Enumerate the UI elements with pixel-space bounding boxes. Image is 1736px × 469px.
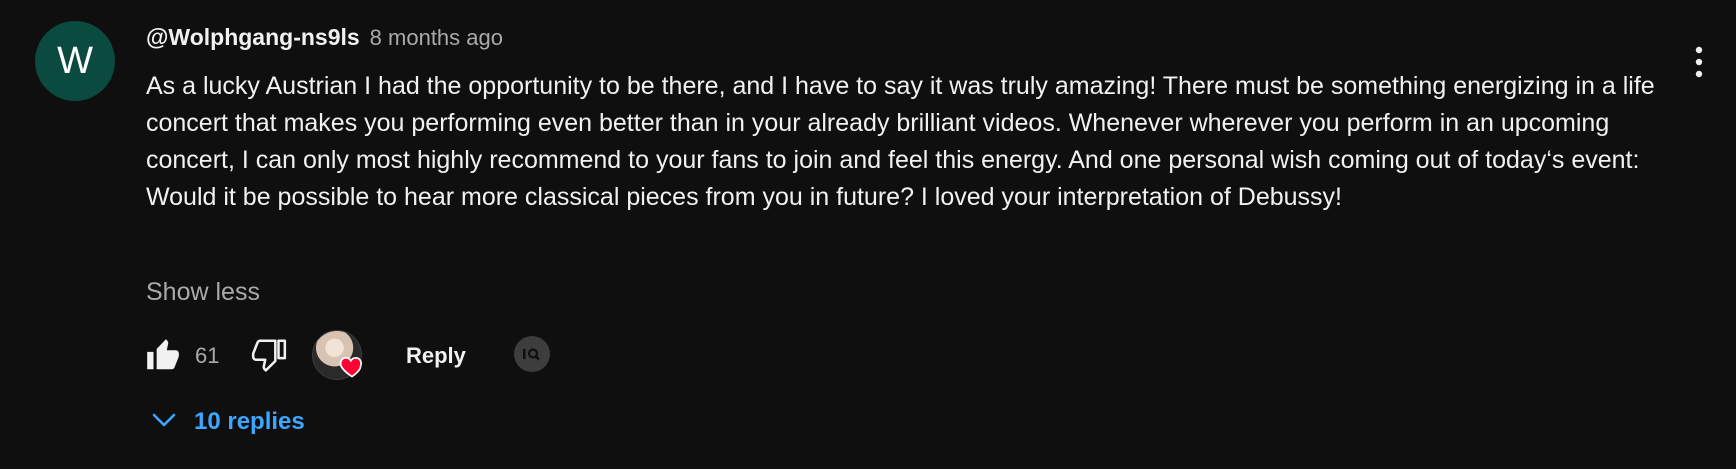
creator-heart-icon: [338, 352, 366, 380]
thumb-down-icon[interactable]: [250, 336, 290, 376]
like-count: 61: [195, 343, 220, 368]
comment-header: @Wolphgang-ns9ls 8 months ago: [146, 24, 503, 51]
translate-icon[interactable]: [514, 336, 550, 372]
author-name[interactable]: @Wolphgang-ns9ls: [146, 24, 360, 51]
creator-heart[interactable]: [312, 330, 368, 382]
thumb-up-icon[interactable]: [144, 336, 184, 376]
author-avatar[interactable]: W: [35, 21, 115, 101]
replies-count-label: 10 replies: [194, 408, 305, 435]
chevron-down-icon: [152, 412, 176, 433]
comment-timestamp[interactable]: 8 months ago: [370, 25, 503, 51]
comment-text: As a lucky Austrian I had the opportunit…: [146, 72, 1655, 211]
more-vert-icon[interactable]: [1684, 42, 1714, 82]
show-less-button[interactable]: Show less: [146, 278, 260, 307]
comment-actions: 61 Reply: [144, 330, 594, 380]
view-replies-button[interactable]: 10 replies: [152, 408, 305, 436]
reply-button[interactable]: Reply: [406, 343, 466, 369]
